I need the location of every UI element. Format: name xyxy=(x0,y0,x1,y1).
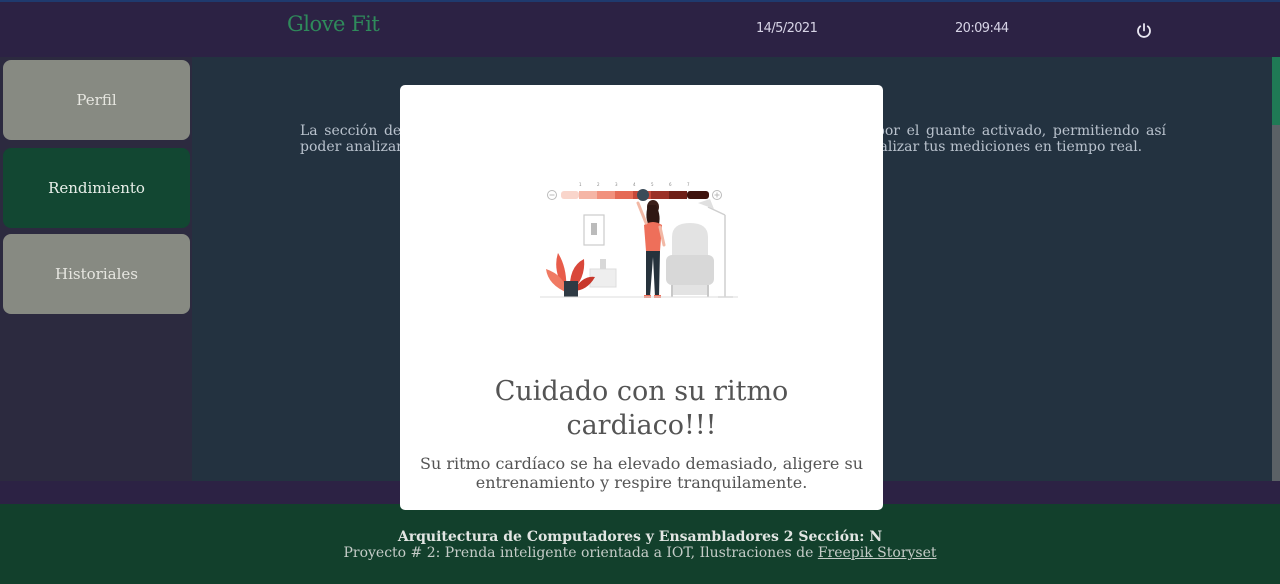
svg-text:7: 7 xyxy=(687,182,690,187)
modal-title: Cuidado con su ritmo cardiaco!!! xyxy=(494,376,789,441)
svg-text:2: 2 xyxy=(597,182,600,187)
modal-message: Su ritmo cardíaco se ha elevado demasiad… xyxy=(420,454,863,492)
illustration-svg: 1 2 3 4 5 6 7 xyxy=(540,182,738,298)
svg-text:3: 3 xyxy=(615,182,618,187)
svg-text:6: 6 xyxy=(669,182,672,187)
alert-modal: 1 2 3 4 5 6 7 Cuidado con su ritmo cardiaco!!… xyxy=(400,85,883,510)
thermostat-woman-illustration: 1 2 3 4 5 6 7 xyxy=(540,175,745,310)
svg-text:5: 5 xyxy=(651,182,654,187)
svg-text:1: 1 xyxy=(579,182,582,187)
svg-text:4: 4 xyxy=(633,182,636,187)
